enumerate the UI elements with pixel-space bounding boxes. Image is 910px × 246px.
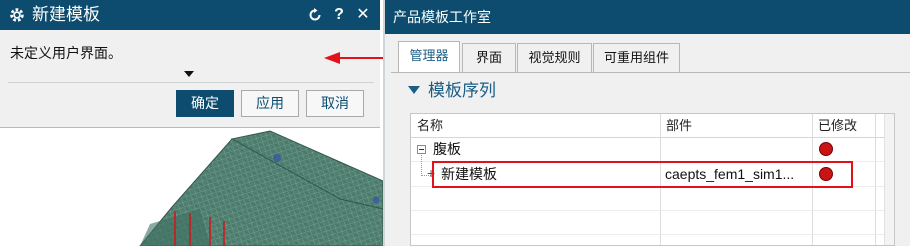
modified-indicator-icon (819, 142, 833, 156)
tab-interface[interactable]: 界面 (462, 43, 516, 73)
column-header-name[interactable]: 名称 (417, 114, 443, 138)
table-scrollbar[interactable] (884, 114, 894, 245)
cancel-button[interactable]: 取消 (306, 90, 364, 117)
node-marker (273, 154, 281, 162)
reset-icon[interactable] (306, 5, 324, 25)
tree-row-web-plate[interactable]: 腹板 (433, 139, 461, 159)
tab-manager[interactable]: 管理器 (398, 41, 460, 73)
mesh-model-viewport[interactable] (0, 129, 383, 246)
node-marker (372, 196, 380, 204)
workshop-title: 产品模板工作室 (393, 9, 491, 25)
dialog-title-bar: 新建模板 ? ✕ (0, 0, 380, 30)
column-header-modified[interactable]: 已修改 (818, 114, 857, 138)
close-icon[interactable]: ✕ (354, 5, 372, 25)
tree-connector (421, 155, 422, 176)
tab-reusable-components[interactable]: 可重用组件 (593, 43, 680, 73)
table-header: 名称 部件 已修改 (411, 114, 894, 138)
ok-button[interactable]: 确定 (176, 90, 234, 117)
workshop-title-bar: 产品模板工作室 (385, 0, 910, 34)
section-title[interactable]: 模板序列 (428, 80, 496, 102)
collapse-triangle-icon[interactable] (408, 86, 420, 94)
tab-visual-rules[interactable]: 视觉规则 (517, 43, 592, 73)
column-header-part[interactable]: 部件 (666, 114, 692, 138)
dialog-title: 新建模板 (32, 5, 100, 24)
apply-button[interactable]: 应用 (241, 90, 299, 117)
divider (8, 82, 374, 83)
help-icon[interactable]: ? (330, 5, 348, 25)
expand-arrow-icon[interactable] (184, 71, 194, 77)
row-divider (411, 210, 884, 211)
collapse-toggle-icon[interactable] (417, 145, 426, 154)
dialog-body: 未定义用户界面。 确定 应用 取消 (0, 30, 380, 128)
gear-icon[interactable] (8, 6, 26, 24)
column-divider (875, 114, 876, 245)
tab-underline (391, 72, 910, 73)
row-highlight-box (432, 161, 853, 188)
undefined-ui-message: 未定义用户界面。 (10, 45, 122, 61)
row-divider (411, 234, 884, 235)
